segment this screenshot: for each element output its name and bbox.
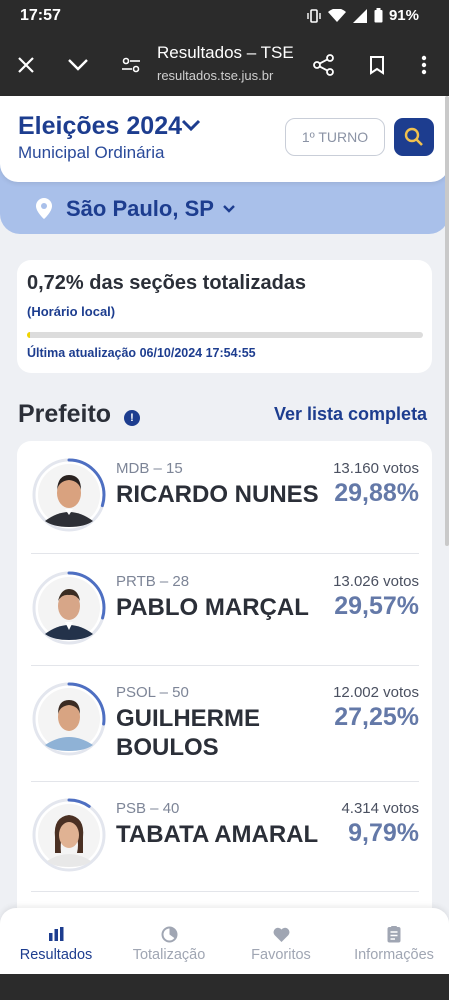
candidate-name: PABLO MARÇAL (116, 594, 309, 621)
nav-results[interactable]: Resultados (14, 908, 98, 974)
nav-information[interactable]: Informações (348, 908, 440, 974)
candidate-votes: 13.160 votos (333, 460, 419, 477)
document-icon (387, 925, 401, 942)
avatar (31, 457, 107, 533)
candidate-party: PSB – 40 (116, 800, 180, 817)
section-title: Prefeito (18, 400, 112, 428)
battery-icon (374, 8, 383, 23)
pie-chart-icon (161, 926, 177, 942)
nav-information-label: Informações (354, 947, 434, 963)
more-vert-icon[interactable] (409, 50, 439, 80)
info-icon[interactable]: ! (124, 410, 140, 426)
browser-toolbar: Resultados – TSE resultados.tse.jus.br (0, 34, 449, 96)
election-header: Eleições 2024 Municipal Ordinária 1º TUR… (0, 96, 449, 182)
candidate-list: MDB – 15 RICARDO NUNES 13.160 votos 29,8… (17, 441, 432, 961)
candidate-name: GUILHERME BOULOS (116, 705, 260, 761)
totalization-subtitle: (Horário local) (27, 304, 116, 319)
candidate-percent: 9,79% (348, 819, 419, 847)
status-icons: 91% (306, 7, 419, 24)
candidate-votes: 12.002 votos (333, 684, 419, 701)
last-update: Última atualização 06/10/2024 17:54:55 (27, 346, 256, 360)
candidate-votes: 4.314 votos (341, 800, 419, 817)
vibrate-icon (307, 8, 321, 23)
bookmark-icon[interactable] (362, 50, 392, 80)
election-title[interactable]: Eleições 2024 (18, 112, 182, 141)
candidate-party: PRTB – 28 (116, 573, 190, 590)
browser-title: Resultados – TSE (157, 43, 294, 62)
totalization-progress-bar (27, 332, 423, 338)
screen: 17:57 91% Resultados – TSE resultados.ts… (0, 0, 449, 1000)
avatar (31, 681, 107, 757)
totalization-progress-fill (27, 332, 31, 338)
election-chevron-icon[interactable] (181, 118, 201, 132)
nav-favorites[interactable]: Favoritos (244, 908, 318, 974)
share-icon[interactable] (309, 50, 339, 80)
status-bar: 17:57 91% (0, 0, 449, 34)
candidate-party: MDB – 15 (116, 460, 183, 477)
avatar (31, 570, 107, 646)
scrollbar[interactable] (445, 96, 449, 546)
close-icon[interactable] (11, 50, 41, 80)
divider (31, 891, 419, 892)
site-settings-icon[interactable] (116, 50, 146, 80)
bottom-nav: Resultados Totalização Favoritos Informa… (0, 908, 449, 974)
candidate-name: TABATA AMARAL (116, 821, 319, 848)
browser-url[interactable]: resultados.tse.jus.br (157, 68, 273, 83)
candidate-percent: 27,25% (334, 703, 419, 731)
totalization-card: 0,72% das seções totalizadas (Horário lo… (17, 260, 432, 373)
heart-icon (273, 927, 289, 942)
location-chevron-icon (223, 205, 235, 213)
election-subtitle: Municipal Ordinária (18, 143, 165, 162)
wifi-icon (327, 8, 346, 22)
candidate-row[interactable]: MDB – 15 RICARDO NUNES 13.160 votos 29,8… (17, 441, 432, 553)
nav-totalization[interactable]: Totalização (126, 908, 212, 974)
battery-percent: 91% (388, 7, 419, 24)
avatar (31, 797, 107, 873)
candidate-percent: 29,88% (334, 479, 419, 507)
candidate-row[interactable]: PSOL – 50 GUILHERME BOULOS 12.002 votos … (17, 665, 432, 781)
system-navigation-bar (0, 974, 449, 1000)
turno-button[interactable]: 1º TURNO (285, 118, 385, 156)
last-update-label: Última atualização (27, 346, 137, 360)
search-button[interactable] (394, 118, 434, 156)
last-update-value: 06/10/2024 17:54:55 (139, 346, 256, 360)
search-icon (404, 127, 423, 146)
nav-results-label: Resultados (19, 947, 93, 963)
candidate-party: PSOL – 50 (116, 684, 189, 701)
candidate-row[interactable]: PRTB – 28 PABLO MARÇAL 13.026 votos 29,5… (17, 553, 432, 665)
totalization-title: 0,72% das seções totalizadas (27, 272, 307, 294)
view-full-list-link[interactable]: Ver lista completa (274, 404, 427, 425)
candidate-votes: 13.026 votos (333, 573, 419, 590)
status-time: 17:57 (20, 7, 61, 24)
location-pin-icon (36, 198, 52, 219)
candidate-percent: 29,57% (334, 592, 419, 620)
nav-totalization-label: Totalização (132, 947, 206, 963)
candidate-name: RICARDO NUNES (116, 481, 319, 508)
nav-favorites-label: Favoritos (251, 947, 311, 963)
signal-icon (352, 8, 367, 23)
chevron-down-icon[interactable] (63, 50, 93, 80)
location-name: São Paulo, SP (66, 196, 214, 221)
candidate-row[interactable]: PSB – 40 TABATA AMARAL 4.314 votos 9,79% (17, 781, 432, 891)
bar-chart-icon (48, 927, 63, 941)
